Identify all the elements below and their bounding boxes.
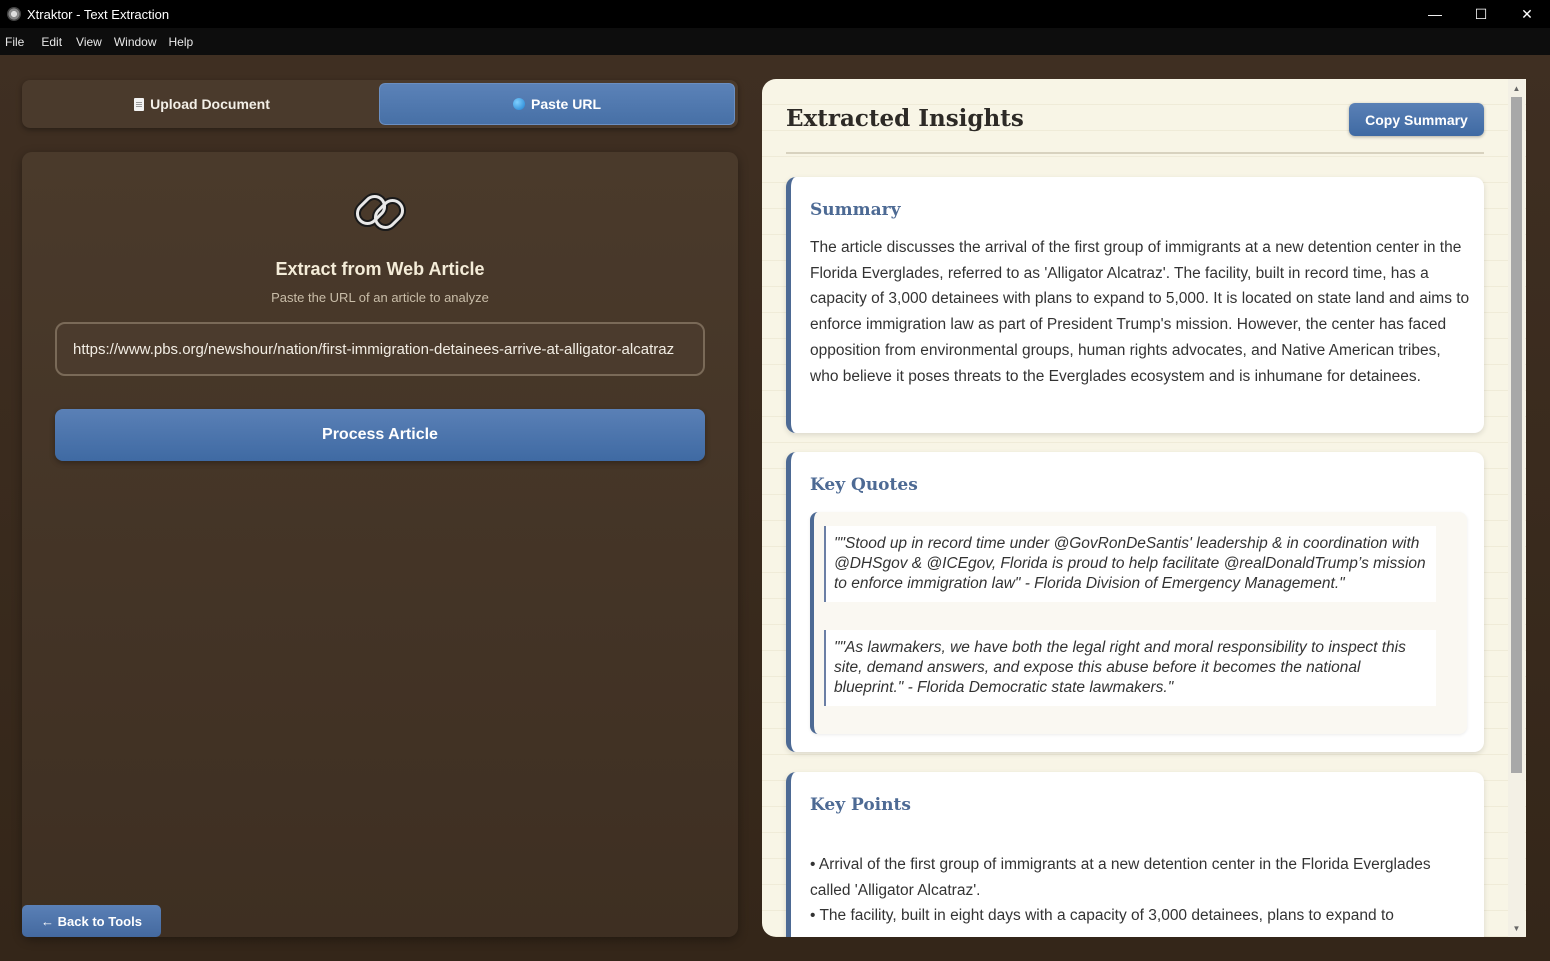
summary-text: The article discusses the arrival of the… bbox=[810, 239, 1470, 385]
summary-heading: Summary bbox=[810, 200, 901, 220]
tab-paste-url[interactable]: Paste URL bbox=[379, 83, 735, 125]
menu-view[interactable]: View bbox=[76, 35, 110, 49]
list-item: • The facility, built in eight days with… bbox=[810, 907, 1394, 925]
close-icon[interactable]: ✕ bbox=[1504, 0, 1550, 28]
summary-card: Summary The article discusses the arriva… bbox=[786, 177, 1484, 433]
scroll-down-icon[interactable]: ▼ bbox=[1508, 921, 1525, 935]
key-points-card: Key Points • Arrival of the first group … bbox=[786, 772, 1484, 937]
quotes-list: ""Stood up in record time under @GovRonD… bbox=[810, 512, 1467, 734]
input-panel: Extract from Web Article Paste the URL o… bbox=[22, 152, 738, 937]
link-icon bbox=[353, 192, 407, 232]
process-article-button[interactable]: Process Article bbox=[55, 409, 705, 461]
source-tab-bar: Upload Document Paste URL bbox=[22, 80, 738, 128]
results-title: Extracted Insights bbox=[786, 105, 1024, 132]
scroll-thumb[interactable] bbox=[1511, 97, 1522, 773]
tab-paste-label: Paste URL bbox=[530, 96, 602, 112]
tab-upload-label: Upload Document bbox=[150, 96, 270, 112]
url-input[interactable] bbox=[55, 322, 705, 376]
menu-bar: File Edit View Window Help bbox=[0, 28, 1550, 55]
window-title: Xtraktor - Text Extraction bbox=[27, 6, 170, 22]
globe-icon bbox=[512, 98, 525, 110]
results-panel: Extracted Insights Copy Summary Summary … bbox=[762, 79, 1526, 937]
menu-edit[interactable]: Edit bbox=[41, 35, 70, 49]
list-item: • Arrival of the first group of immigran… bbox=[810, 856, 1431, 899]
app-icon bbox=[7, 7, 21, 21]
divider bbox=[786, 152, 1484, 154]
minimize-icon[interactable]: — bbox=[1412, 0, 1458, 28]
panel-subtitle: Paste the URL of an article to analyze bbox=[271, 290, 489, 305]
maximize-icon[interactable]: ☐ bbox=[1458, 0, 1504, 28]
tab-upload-document[interactable]: Upload Document bbox=[25, 83, 379, 125]
menu-file[interactable]: File bbox=[5, 35, 32, 49]
key-points-heading: Key Points bbox=[810, 795, 911, 815]
key-quotes-heading: Key Quotes bbox=[810, 475, 918, 495]
key-points-list: • Arrival of the first group of immigran… bbox=[810, 852, 1470, 929]
menu-help[interactable]: Help bbox=[169, 35, 202, 49]
copy-summary-button[interactable]: Copy Summary bbox=[1349, 103, 1484, 136]
results-scrollbar[interactable]: ▲ ▼ bbox=[1508, 79, 1525, 937]
quote-item: ""As lawmakers, we have both the legal r… bbox=[824, 630, 1436, 706]
key-quotes-card: Key Quotes ""Stood up in record time und… bbox=[786, 452, 1484, 752]
title-bar: Xtraktor - Text Extraction — ☐ ✕ bbox=[0, 0, 1550, 28]
panel-title: Extract from Web Article bbox=[275, 259, 485, 279]
menu-window[interactable]: Window bbox=[114, 35, 165, 49]
document-icon bbox=[134, 97, 145, 111]
scroll-up-icon[interactable]: ▲ bbox=[1508, 81, 1525, 95]
back-to-tools-button[interactable]: ← Back to Tools bbox=[22, 905, 161, 937]
app-area: Upload Document Paste URL Extract from W… bbox=[0, 55, 1550, 961]
quote-item: ""Stood up in record time under @GovRonD… bbox=[824, 526, 1436, 602]
